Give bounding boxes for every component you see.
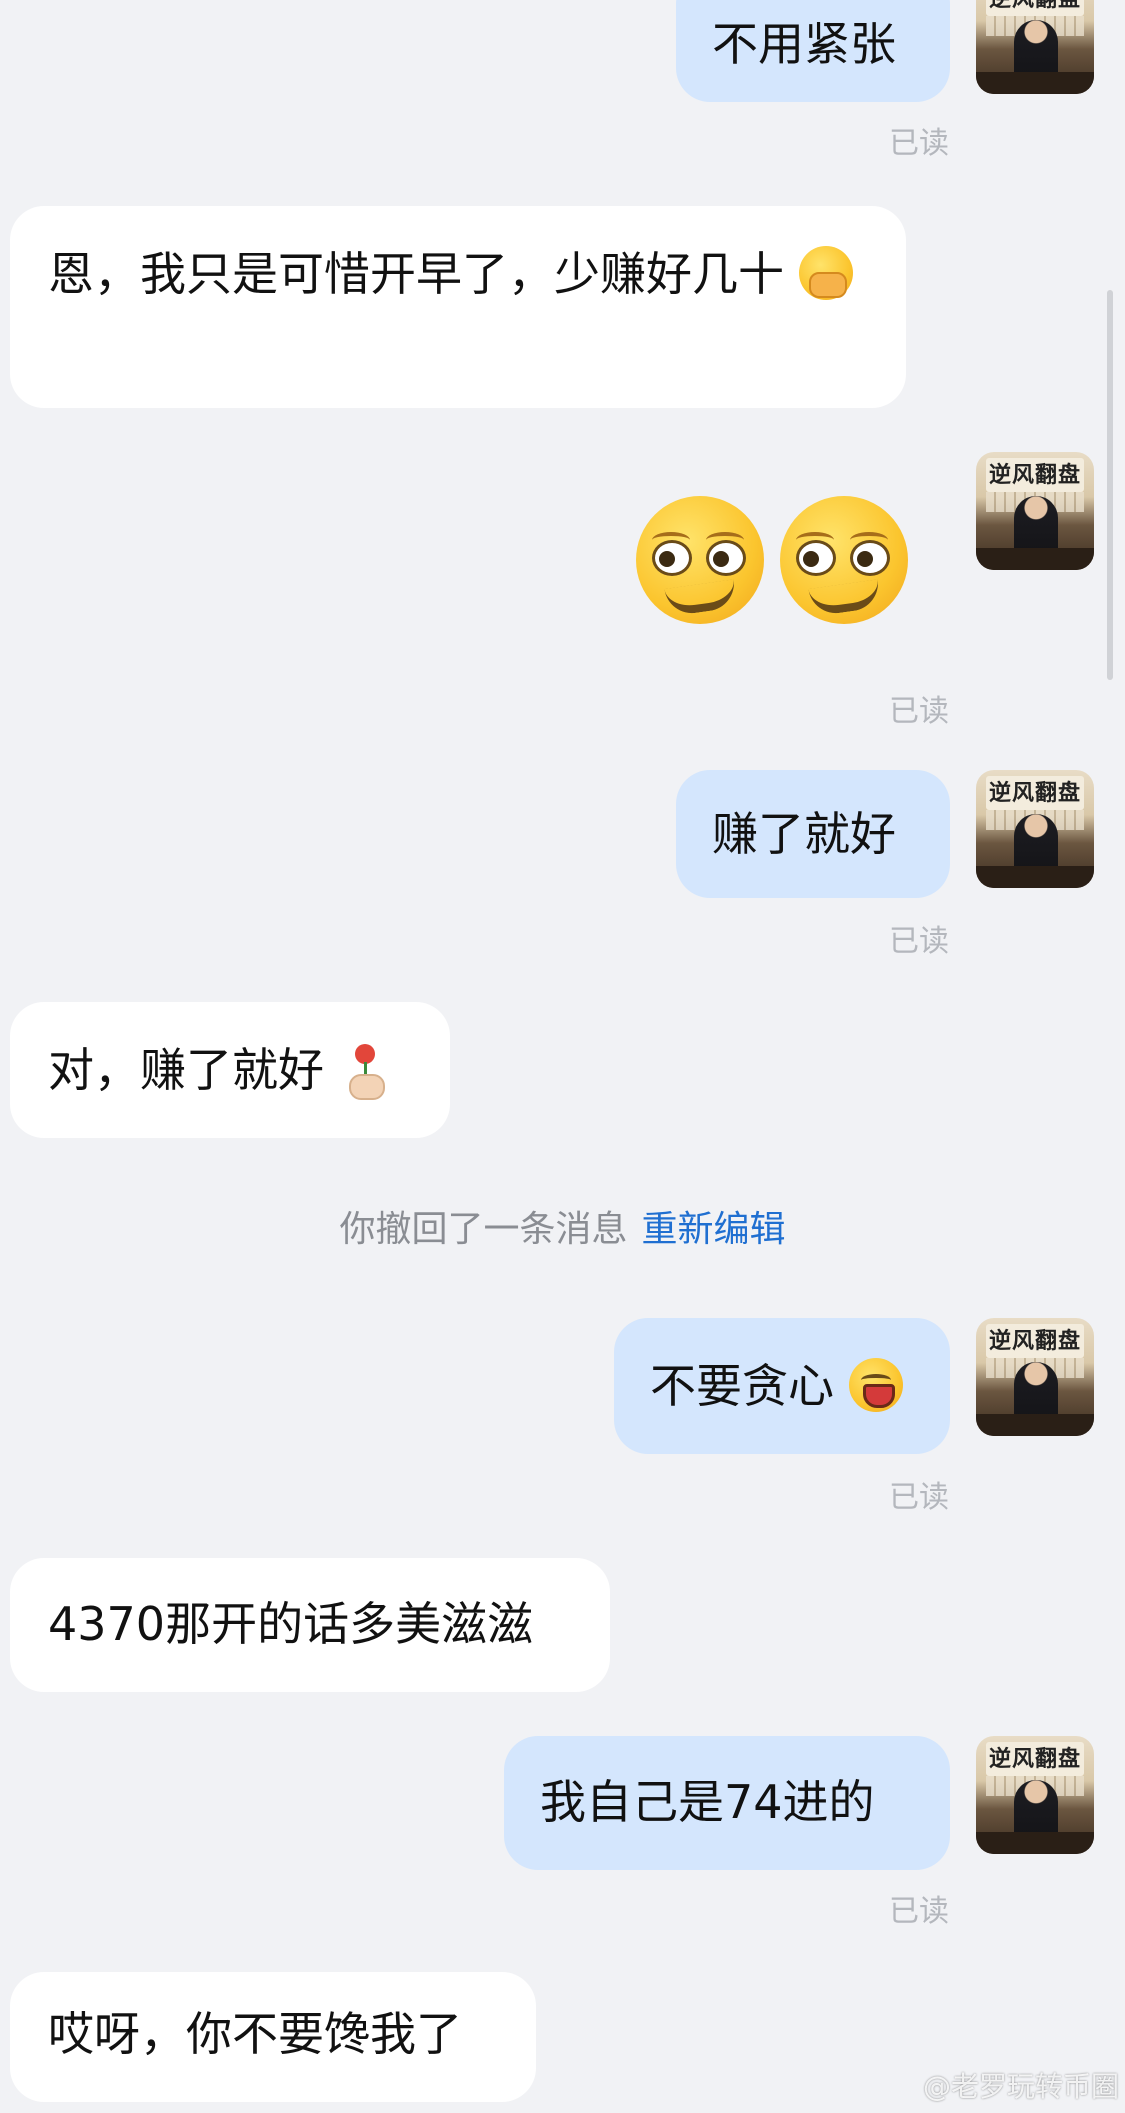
woozy-face-emoji[interactable]	[636, 496, 764, 624]
read-status: 已读	[889, 924, 949, 959]
outgoing-message-bubble[interactable]: 赚了就好	[676, 770, 950, 898]
incoming-message-bubble[interactable]: 恩，我只是可惜开早了，少赚好几十	[10, 206, 906, 408]
message-text: 不用紧张	[712, 17, 896, 71]
message-text: 不要贪心	[650, 1359, 834, 1413]
my-avatar[interactable]: 逆风翻盘	[976, 1318, 1094, 1436]
chat-message-list[interactable]: 不用紧张 逆风翻盘 已读 恩，我只是可惜开早了，少赚好几十 逆风翻盘 已读 赚了…	[0, 0, 1125, 2113]
woozy-face-emoji[interactable]	[780, 496, 908, 624]
my-avatar[interactable]: 逆风翻盘	[976, 452, 1094, 570]
grinning-squinting-face-emoji	[848, 1358, 903, 1412]
message-text: 恩，我只是可惜开早了，少赚好几十	[48, 247, 784, 301]
recall-notice: 你撤回了一条消息 重新编辑	[0, 1200, 1125, 1252]
flower-in-hand-emoji	[345, 1042, 385, 1100]
avatar-calligraphy: 逆风翻盘	[986, 776, 1084, 810]
watermark: @老罗玩转币圈	[922, 2070, 1119, 2103]
incoming-message-bubble[interactable]: 对，赚了就好	[10, 1002, 450, 1138]
read-status: 已读	[889, 126, 949, 161]
message-text: 赚了就好	[712, 807, 896, 861]
outgoing-message-bubble[interactable]: 不用紧张	[676, 0, 950, 102]
my-avatar[interactable]: 逆风翻盘	[976, 0, 1094, 94]
reedit-link[interactable]: 重新编辑	[642, 1209, 786, 1250]
avatar-calligraphy: 逆风翻盘	[986, 458, 1084, 492]
message-text: 我自己是74进的	[540, 1775, 875, 1829]
avatar-calligraphy: 逆风翻盘	[986, 1742, 1084, 1776]
outgoing-message-bubble[interactable]: 我自己是74进的	[504, 1736, 950, 1870]
avatar-calligraphy: 逆风翻盘	[986, 1324, 1084, 1358]
read-status: 已读	[889, 1894, 949, 1929]
hand-over-mouth-emoji	[798, 246, 853, 300]
my-avatar[interactable]: 逆风翻盘	[976, 770, 1094, 888]
recall-text: 你撤回了一条消息	[339, 1209, 628, 1250]
incoming-message-bubble[interactable]: 哎呀，你不要馋我了	[10, 1972, 536, 2102]
outgoing-message-bubble[interactable]: 不要贪心	[614, 1318, 950, 1454]
incoming-message-bubble[interactable]: 4370那开的话多美滋滋	[10, 1558, 610, 1692]
scrollbar[interactable]	[1107, 290, 1113, 680]
message-text: 对，赚了就好	[48, 1043, 324, 1097]
message-text: 4370那开的话多美滋滋	[48, 1597, 534, 1651]
read-status: 已读	[889, 694, 949, 729]
my-avatar[interactable]: 逆风翻盘	[976, 1736, 1094, 1854]
read-status: 已读	[889, 1480, 949, 1515]
avatar-calligraphy: 逆风翻盘	[986, 0, 1084, 16]
message-text: 哎呀，你不要馋我了	[48, 2007, 462, 2061]
